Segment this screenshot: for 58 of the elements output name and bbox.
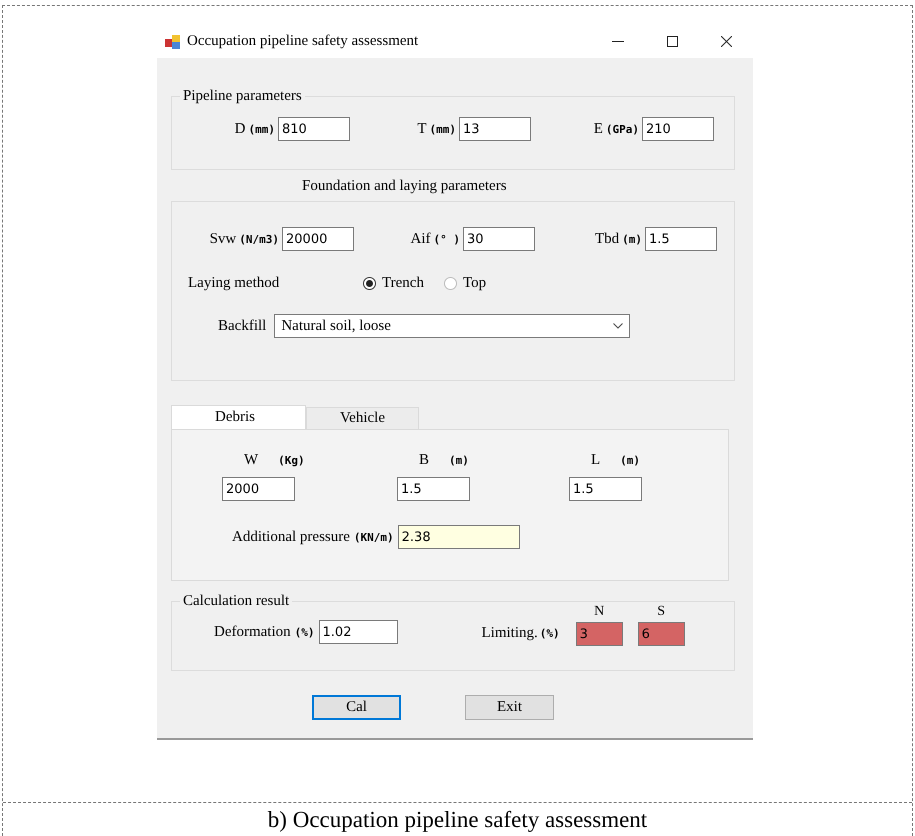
action-button[interactable]: Exit	[465, 695, 554, 720]
maximize-icon	[666, 36, 678, 47]
input-field[interactable]: 810	[278, 117, 350, 141]
unit-label: (m)	[622, 232, 642, 246]
field-label: Laying method	[188, 275, 280, 292]
input-field[interactable]: 210	[642, 117, 714, 141]
field-label: T	[417, 120, 426, 138]
unit-label: (%)	[294, 626, 315, 638]
field-label: B	[419, 452, 430, 469]
input-field[interactable]: 2.38	[398, 525, 520, 549]
field-label: Deformation	[214, 624, 291, 640]
field-label: Additional pressure	[232, 528, 350, 546]
unit-label: (%)	[540, 626, 560, 640]
input-field[interactable]: 1.5	[569, 477, 642, 501]
minimize-icon	[612, 40, 624, 42]
field-label: Backfill	[218, 318, 266, 334]
input-field[interactable]: 1.5	[397, 477, 470, 501]
field-label: Limiting.	[482, 624, 538, 642]
field-label: Aif	[410, 230, 430, 248]
radio-option[interactable]: Top	[444, 275, 486, 292]
result-field[interactable]: 6	[638, 622, 685, 646]
unit-label: (KN/m)	[354, 530, 394, 544]
tab[interactable]: Debris	[171, 405, 306, 429]
unit-label: (N/m3)	[239, 232, 279, 246]
group-title: Pipeline parameters	[182, 88, 303, 105]
group-title: Calculation result	[182, 593, 290, 610]
input-field[interactable]: 13	[459, 117, 531, 141]
unit-label: (Kg)	[278, 454, 305, 467]
section-title: Foundation and laying parameters	[302, 178, 507, 195]
unit-label: (mm)	[248, 122, 275, 136]
close-icon	[720, 36, 732, 47]
figure-caption: b) Occupation pipeline safety assessment	[266, 806, 648, 833]
column-header: N	[594, 604, 604, 620]
radio-option[interactable]: Trench	[363, 275, 424, 292]
window-title: Occupation pipeline safety assessment	[187, 33, 420, 50]
unit-label: (GPa)	[606, 122, 639, 136]
input-field[interactable]: 2000	[222, 477, 295, 501]
column-header: S	[657, 604, 666, 620]
action-button[interactable]: Cal	[312, 695, 401, 720]
app-icon	[165, 34, 181, 50]
field-label: L	[591, 452, 600, 469]
field-label: W	[244, 452, 258, 469]
unit-label: (m)	[620, 454, 640, 467]
field-label: Svw	[210, 230, 236, 248]
field-label: Tbd	[594, 230, 620, 248]
dropdown[interactable]: Natural soil, loose	[274, 314, 630, 338]
unit-label: (° )	[434, 232, 460, 246]
input-field[interactable]: 30	[463, 227, 535, 251]
result-field[interactable]: 3	[576, 622, 623, 646]
field-label: D	[234, 120, 246, 138]
field-label: E	[594, 120, 603, 138]
input-field[interactable]: 20000	[282, 227, 354, 251]
input-field[interactable]: 1.02	[318, 620, 398, 644]
unit-label: (m)	[449, 454, 469, 467]
chevron-down-icon	[613, 323, 624, 329]
input-field[interactable]: 1.5	[645, 227, 717, 251]
unit-label: (mm)	[430, 122, 456, 136]
tab[interactable]: Vehicle	[306, 407, 419, 429]
